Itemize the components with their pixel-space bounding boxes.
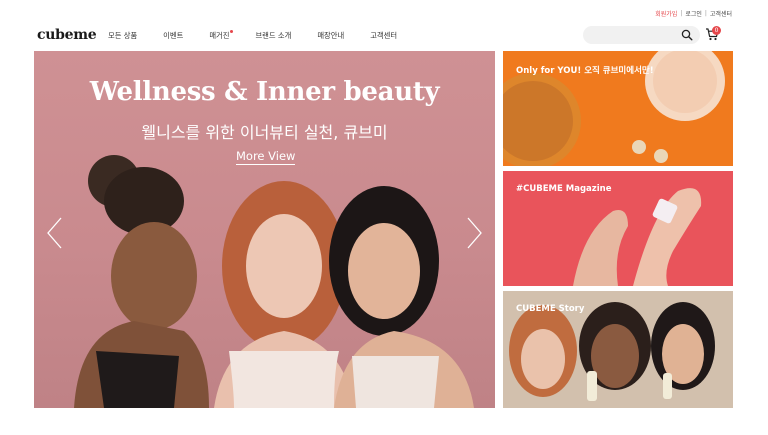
promo-panel-story[interactable]: CUBEME Story <box>503 291 733 408</box>
nav-item-events[interactable]: 이벤트 <box>163 31 183 41</box>
cart-count-badge: 0 <box>712 26 721 35</box>
nav-item-label: 고객센터 <box>370 31 398 40</box>
nav-item-label: 매장안내 <box>317 31 345 40</box>
new-dot-indicator <box>230 30 234 33</box>
hero-title: Wellness & Inner beauty <box>89 77 440 107</box>
chevron-left-icon[interactable] <box>45 216 65 250</box>
nav-item-label: 브랜드 소개 <box>255 31 292 40</box>
main-nav: 모든 상품 이벤트 매거진 브랜드 소개 매장안내 고객센터 <box>108 30 397 41</box>
nav-item-all-products[interactable]: 모든 상품 <box>108 31 137 41</box>
utility-links: 회원가입 | 로그인 | 고객센터 <box>655 9 732 18</box>
promo-panel-magazine[interactable]: #CUBEME Magazine <box>503 171 733 286</box>
hero-banner[interactable]: Wellness & Inner beauty 웰니스를 위한 이너뷰티 실천,… <box>34 51 495 408</box>
utility-separator: | <box>680 10 683 17</box>
search-input[interactable] <box>583 26 700 44</box>
login-link[interactable]: 로그인 <box>685 9 702 18</box>
signup-link[interactable]: 회원가입 <box>655 9 677 18</box>
nav-item-label: 모든 상품 <box>108 31 138 40</box>
nav-item-stores[interactable]: 매장안내 <box>317 31 344 41</box>
logo[interactable]: cubeme <box>37 27 97 43</box>
nav-item-customer-center[interactable]: 고객센터 <box>370 31 397 41</box>
utility-separator: | <box>704 10 707 17</box>
nav-item-magazine[interactable]: 매거진 <box>209 30 234 41</box>
chevron-right-icon[interactable] <box>464 216 484 250</box>
nav-item-brand[interactable]: 브랜드 소개 <box>255 31 291 41</box>
site-header: cubeme 모든 상품 이벤트 매거진 브랜드 소개 매장안내 고객센터 0 <box>0 22 768 48</box>
support-link[interactable]: 고객센터 <box>710 9 732 18</box>
nav-item-label: 이벤트 <box>163 31 184 40</box>
search-icon[interactable] <box>681 29 693 41</box>
more-view-link[interactable]: More View <box>236 149 296 165</box>
panel-title: CUBEME Story <box>516 304 585 314</box>
nav-item-label: 매거진 <box>209 31 230 40</box>
hero-subtitle: 웰니스를 위한 이너뷰티 실천, 큐브미 <box>141 123 388 142</box>
panel-title: Only for YOU! 오직 큐브미에서만! <box>516 66 654 76</box>
panel-title: #CUBEME Magazine <box>516 184 612 194</box>
promo-panel-only-for-you[interactable]: Only for YOU! 오직 큐브미에서만! <box>503 51 733 166</box>
